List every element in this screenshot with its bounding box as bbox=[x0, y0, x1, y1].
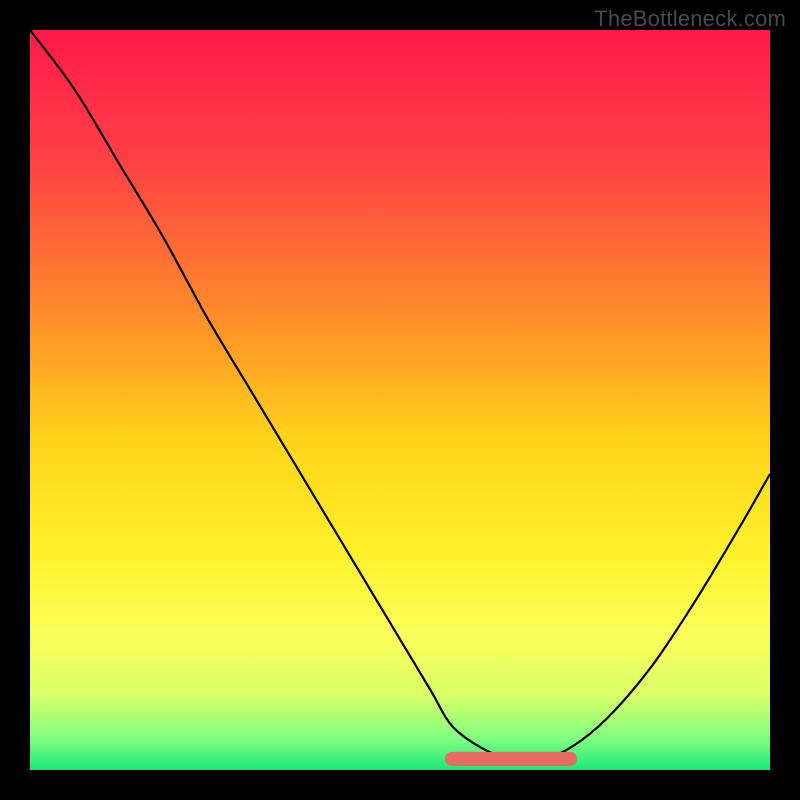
bottleneck-chart bbox=[0, 0, 800, 800]
chart-plot-area bbox=[30, 30, 770, 770]
chart-frame: TheBottleneck.com bbox=[0, 0, 800, 800]
watermark-text: TheBottleneck.com bbox=[594, 6, 786, 32]
